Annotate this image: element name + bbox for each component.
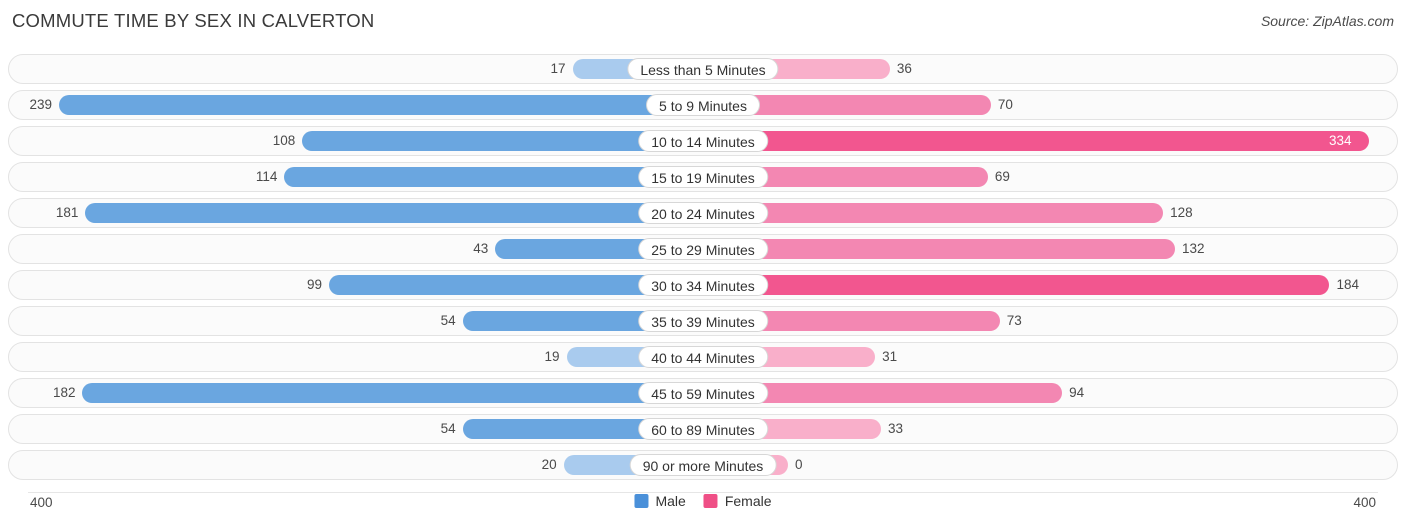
legend-item-female[interactable]: Female	[703, 493, 772, 509]
legend: Male Female	[634, 493, 772, 509]
bar-value-female: 0	[795, 457, 803, 472]
bar-value-female: 184	[1336, 277, 1359, 292]
bar-track: 182 94 45 to 59 Minutes	[29, 379, 1377, 407]
bar-value-male: 17	[550, 61, 566, 76]
bar-row: 43 132 25 to 29 Minutes	[8, 234, 1398, 264]
axis-tick-left: 400	[30, 495, 53, 510]
bar-value-female: 334	[1329, 133, 1352, 148]
bar-value-male: 182	[52, 385, 76, 400]
page-title: COMMUTE TIME BY SEX IN CALVERTON	[12, 10, 375, 31]
bar-value-female: 94	[1069, 385, 1085, 400]
category-label: 45 to 59 Minutes	[638, 382, 768, 404]
bar-row: 54 73 35 to 39 Minutes	[8, 306, 1398, 336]
category-label: 60 to 89 Minutes	[638, 418, 768, 440]
category-label: 35 to 39 Minutes	[638, 310, 768, 332]
bar-row: 181 128 20 to 24 Minutes	[8, 198, 1398, 228]
bar-value-female: 128	[1170, 205, 1193, 220]
bar-row: 99 184 30 to 34 Minutes	[8, 270, 1398, 300]
category-label: 25 to 29 Minutes	[638, 238, 768, 260]
bar-value-female: 70	[997, 97, 1013, 112]
bar-track: 20 0 90 or more Minutes	[29, 451, 1377, 479]
bar-row: 239 70 5 to 9 Minutes	[8, 90, 1398, 120]
bar-track: 181 128 20 to 24 Minutes	[29, 199, 1377, 227]
bar-row: 182 94 45 to 59 Minutes	[8, 378, 1398, 408]
legend-label-male: Male	[655, 493, 686, 509]
bar-rows: 17 36 Less than 5 Minutes 239 70 5 to 9 Minut…	[8, 54, 1398, 486]
bar-value-male: 43	[473, 241, 489, 256]
bar-track: 239 70 5 to 9 Minutes	[29, 91, 1377, 119]
source-attribution: Source: ZipAtlas.com	[1260, 13, 1394, 29]
category-label: 15 to 19 Minutes	[638, 166, 768, 188]
category-label: 5 to 9 Minutes	[646, 94, 760, 116]
legend-swatch-male-icon	[634, 494, 649, 508]
bar-track: 54 33 60 to 89 Minutes	[29, 415, 1377, 443]
bar-value-male: 19	[544, 349, 560, 364]
bar-female	[703, 239, 1176, 259]
bar-value-male: 54	[440, 421, 456, 436]
bar-value-male: 239	[29, 97, 52, 112]
bar-row: 114 69 15 to 19 Minutes	[8, 162, 1398, 192]
axis-footer: 400 400 Male Female	[0, 493, 1406, 517]
bar-value-male: 20	[541, 457, 557, 472]
category-label: 40 to 44 Minutes	[638, 346, 768, 368]
bar-row: 108 334 10 to 14 Minutes	[8, 126, 1398, 156]
axis-tick-right: 400	[1353, 495, 1376, 510]
bar-track: 54 73 35 to 39 Minutes	[29, 307, 1377, 335]
category-label: Less than 5 Minutes	[627, 58, 779, 80]
bar-value-female: 69	[994, 169, 1010, 184]
bar-value-male: 181	[55, 205, 79, 220]
bar-track: 17 36 Less than 5 Minutes	[29, 55, 1377, 83]
bar-value-female: 36	[896, 61, 912, 76]
legend-label-female: Female	[724, 493, 772, 509]
legend-item-male[interactable]: Male	[634, 493, 686, 509]
bar-track: 114 69 15 to 19 Minutes	[29, 163, 1377, 191]
bar-male	[85, 203, 703, 223]
bar-male	[59, 95, 703, 115]
bar-female	[703, 203, 1164, 223]
bar-row: 54 33 60 to 89 Minutes	[8, 414, 1398, 444]
chart-container: COMMUTE TIME BY SEX IN CALVERTON Source:…	[0, 0, 1406, 523]
bar-value-female: 73	[1006, 313, 1022, 328]
bar-row: 17 36 Less than 5 Minutes	[8, 54, 1398, 84]
bar-track: 99 184 30 to 34 Minutes	[29, 271, 1377, 299]
category-label: 90 or more Minutes	[629, 454, 777, 476]
bar-value-male: 114	[255, 169, 278, 184]
bar-female	[703, 275, 1330, 295]
bar-track: 43 132 25 to 29 Minutes	[29, 235, 1377, 263]
bar-track: 108 334 10 to 14 Minutes	[29, 127, 1377, 155]
category-label: 30 to 34 Minutes	[638, 274, 768, 296]
bar-value-male: 99	[306, 277, 322, 292]
category-label: 20 to 24 Minutes	[638, 202, 768, 224]
bar-male	[82, 383, 703, 403]
bar-row: 20 0 90 or more Minutes	[8, 450, 1398, 480]
bar-value-male: 54	[440, 313, 456, 328]
bar-value-male: 108	[272, 133, 296, 148]
bar-female	[703, 131, 1369, 151]
category-label: 10 to 14 Minutes	[638, 130, 768, 152]
bar-row: 19 31 40 to 44 Minutes	[8, 342, 1398, 372]
bar-value-female: 132	[1182, 241, 1205, 256]
bar-track: 19 31 40 to 44 Minutes	[29, 343, 1377, 371]
bar-value-female: 31	[882, 349, 898, 364]
bar-value-female: 33	[888, 421, 904, 436]
legend-swatch-female-icon	[703, 494, 718, 508]
